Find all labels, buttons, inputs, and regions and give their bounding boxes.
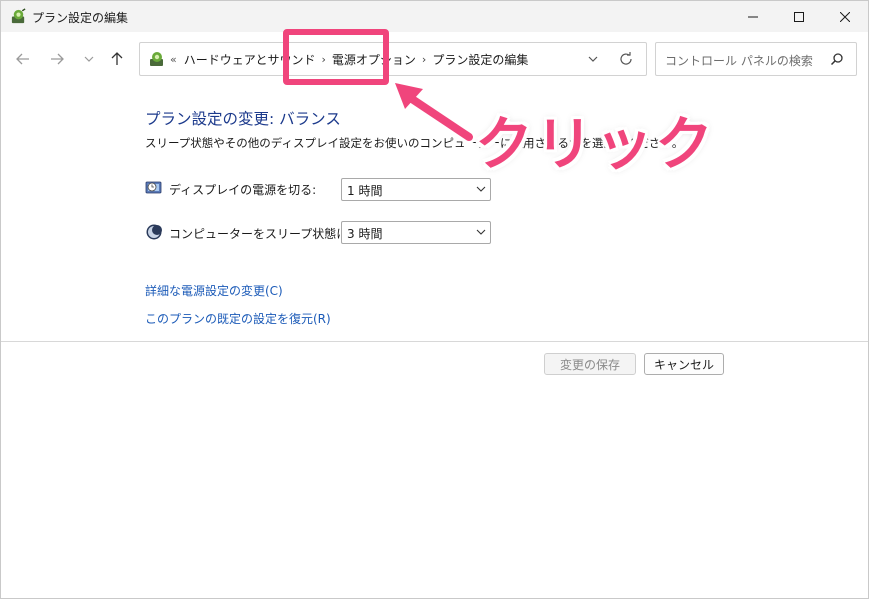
search-placeholder: コントロール パネルの検索 [665, 54, 813, 68]
cancel-button[interactable]: キャンセル [644, 353, 724, 375]
restore-defaults-link[interactable]: このプランの既定の設定を復元(R) [145, 310, 331, 327]
address-bar[interactable]: « ハードウェアとサウンド › 電源オプション › プラン設定の編集 [139, 42, 647, 76]
power-options-icon [11, 8, 26, 24]
annotation-arrow-icon [392, 80, 476, 144]
maximize-icon [794, 11, 804, 22]
minimize-button[interactable] [730, 1, 776, 32]
display-off-value: 1 時間 [347, 184, 383, 198]
save-button[interactable]: 変更の保存 [544, 353, 636, 375]
chevron-down-icon [476, 229, 486, 235]
display-off-select[interactable]: 1 時間 [341, 178, 491, 201]
chevron-down-icon[interactable] [586, 52, 600, 66]
annotation-highlight-box [283, 29, 389, 85]
power-options-icon [150, 52, 163, 66]
close-icon [840, 11, 850, 22]
arrow-left-icon [16, 53, 29, 65]
breadcrumb-edit-plan-settings[interactable]: プラン設定の編集 [432, 51, 528, 68]
chevron-down-icon [84, 56, 94, 62]
chevron-down-icon [476, 186, 486, 192]
search-icon[interactable] [830, 52, 844, 66]
breadcrumb-overflow[interactable]: « [170, 53, 177, 66]
recent-locations-button[interactable] [78, 48, 100, 70]
arrow-up-icon [111, 52, 123, 65]
back-button[interactable] [12, 48, 34, 70]
title-bar: プラン設定の編集 [1, 1, 868, 32]
minimize-icon [748, 16, 758, 17]
breadcrumb-separator[interactable]: › [422, 53, 426, 66]
close-button[interactable] [822, 1, 868, 32]
refresh-icon[interactable] [618, 51, 634, 67]
moon-icon [146, 224, 162, 240]
page-title: プラン設定の変更: バランス [145, 110, 341, 128]
display-off-label: ディスプレイの電源を切る: [169, 183, 317, 197]
search-input[interactable]: コントロール パネルの検索 [655, 42, 857, 76]
sleep-value: 3 時間 [347, 227, 383, 241]
sleep-select[interactable]: 3 時間 [341, 221, 491, 244]
arrow-right-icon [51, 53, 64, 65]
forward-button[interactable] [46, 48, 68, 70]
up-button[interactable] [106, 48, 128, 70]
control-panel-window: プラン設定の編集 « ハードウェアとサウンド › 電源オプション › プラン設定… [0, 0, 869, 599]
annotation-click-label: クリック [475, 110, 716, 178]
window-title: プラン設定の編集 [32, 11, 129, 25]
divider [1, 341, 868, 342]
monitor-clock-icon [145, 181, 162, 194]
maximize-button[interactable] [776, 1, 822, 32]
advanced-power-settings-link[interactable]: 詳細な電源設定の変更(C) [145, 282, 283, 299]
